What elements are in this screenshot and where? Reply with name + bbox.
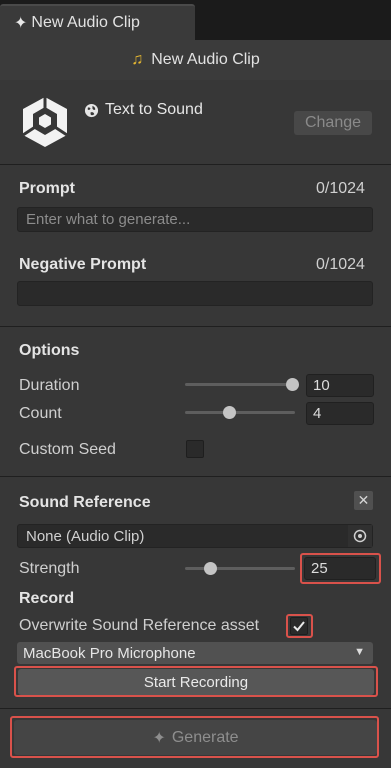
prompt-input[interactable]: Enter what to generate...: [17, 207, 373, 232]
check-icon: [293, 621, 305, 632]
sound-reference-title: Sound Reference: [19, 494, 151, 511]
generate-button[interactable]: ✦ Generate: [14, 720, 377, 755]
sound-reference-asset-field[interactable]: None (Audio Clip): [17, 524, 373, 548]
overwrite-label: Overwrite Sound Reference asset: [19, 617, 260, 634]
change-model-button[interactable]: Change: [294, 111, 372, 135]
record-title: Record: [19, 590, 75, 607]
duration-label: Duration: [19, 377, 80, 394]
custom-seed-label: Custom Seed: [19, 441, 116, 458]
custom-seed-checkbox[interactable]: [186, 440, 204, 458]
model-title: Text to Sound: [84, 101, 203, 119]
prompt-counter: 0/1024: [316, 180, 365, 197]
overwrite-checkbox[interactable]: [290, 617, 308, 635]
microphone-dropdown[interactable]: MacBook Pro Microphone ▼: [17, 642, 373, 664]
asset-header: ♫ New Audio Clip: [0, 40, 391, 80]
divider: [0, 476, 391, 477]
strength-field[interactable]: 25: [304, 557, 376, 580]
music-note-icon: ♫: [131, 51, 144, 68]
duration-field[interactable]: 10: [306, 374, 374, 397]
prompt-label: Prompt: [19, 180, 75, 197]
unity-logo: [22, 97, 68, 147]
negative-prompt-label: Negative Prompt: [19, 256, 147, 273]
count-slider-track[interactable]: [185, 411, 295, 414]
close-icon[interactable]: ✕: [354, 491, 373, 510]
microphone-value: MacBook Pro Microphone: [23, 644, 196, 662]
negative-prompt-input[interactable]: [17, 281, 373, 306]
strength-slider-track[interactable]: [185, 567, 295, 570]
sparkle-icon: ✦: [14, 15, 28, 32]
start-recording-button[interactable]: Start Recording: [18, 669, 374, 695]
count-label: Count: [19, 405, 62, 422]
divider: [0, 164, 391, 165]
generate-label: Generate: [171, 728, 239, 746]
asset-title: New Audio Clip: [151, 51, 260, 68]
model-name: Text to Sound: [105, 101, 203, 118]
tab-new-audio-clip[interactable]: ✦ New Audio Clip: [0, 4, 195, 40]
sparkle-icon: ✦: [152, 729, 166, 747]
divider: [0, 326, 391, 327]
options-title: Options: [19, 342, 80, 359]
count-slider-handle[interactable]: [223, 406, 236, 419]
negative-prompt-counter: 0/1024: [316, 256, 365, 273]
divider: [0, 708, 391, 709]
tab-label: New Audio Clip: [31, 14, 140, 31]
strength-slider-handle[interactable]: [204, 562, 217, 575]
object-picker-icon[interactable]: [348, 525, 372, 547]
strength-label: Strength: [19, 560, 80, 577]
duration-slider-track[interactable]: [185, 383, 295, 386]
count-field[interactable]: 4: [306, 402, 374, 425]
duration-slider-handle[interactable]: [286, 378, 299, 391]
chevron-down-icon: ▼: [354, 646, 365, 658]
globe-icon: [84, 103, 99, 117]
